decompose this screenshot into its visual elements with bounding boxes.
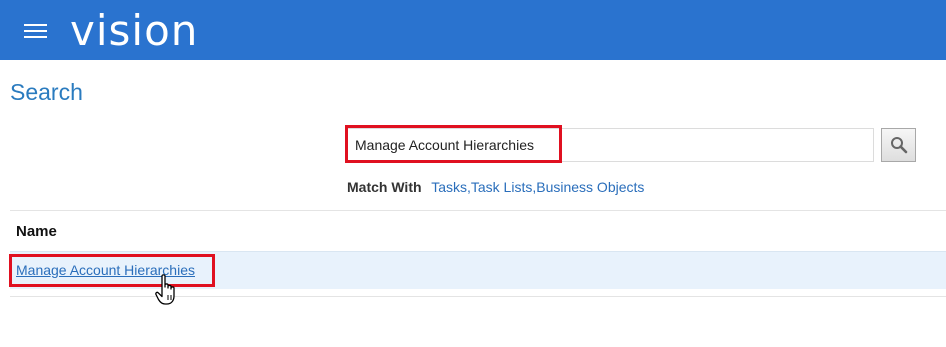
magnifier-icon (891, 137, 908, 154)
match-option-business-objects[interactable]: Business Objects (536, 179, 644, 195)
search-button[interactable] (881, 128, 916, 162)
search-input[interactable] (347, 128, 874, 162)
results-column-header-name: Name (16, 223, 57, 240)
hamburger-menu-icon[interactable] (24, 24, 47, 38)
match-option-tasks[interactable]: Tasks (431, 179, 467, 195)
results-divider-bottom (10, 296, 946, 297)
page-title: Search (10, 79, 83, 105)
top-header-bar: vision (0, 0, 946, 60)
results-divider-top (10, 210, 946, 211)
hand-pointer-cursor-icon (155, 274, 175, 305)
brand-logo: vision (70, 6, 199, 55)
match-option-task-lists[interactable]: Task Lists (471, 179, 532, 195)
match-with-row: Match With Tasks,Task Lists,Business Obj… (347, 179, 644, 195)
match-with-label: Match With (347, 179, 422, 195)
